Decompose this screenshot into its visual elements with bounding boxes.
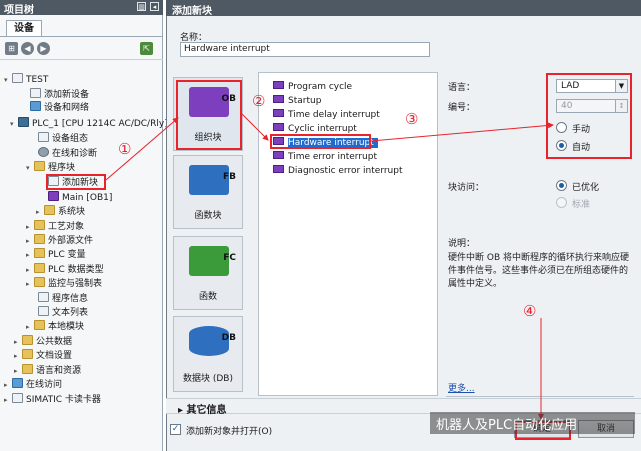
- annotation-arrows: [105, 113, 554, 420]
- watermark: 机器人及PLC自动化应用: [430, 412, 635, 434]
- arrow-1: [105, 117, 179, 181]
- arrow-3: [370, 122, 554, 142]
- arrow-2: [241, 113, 269, 141]
